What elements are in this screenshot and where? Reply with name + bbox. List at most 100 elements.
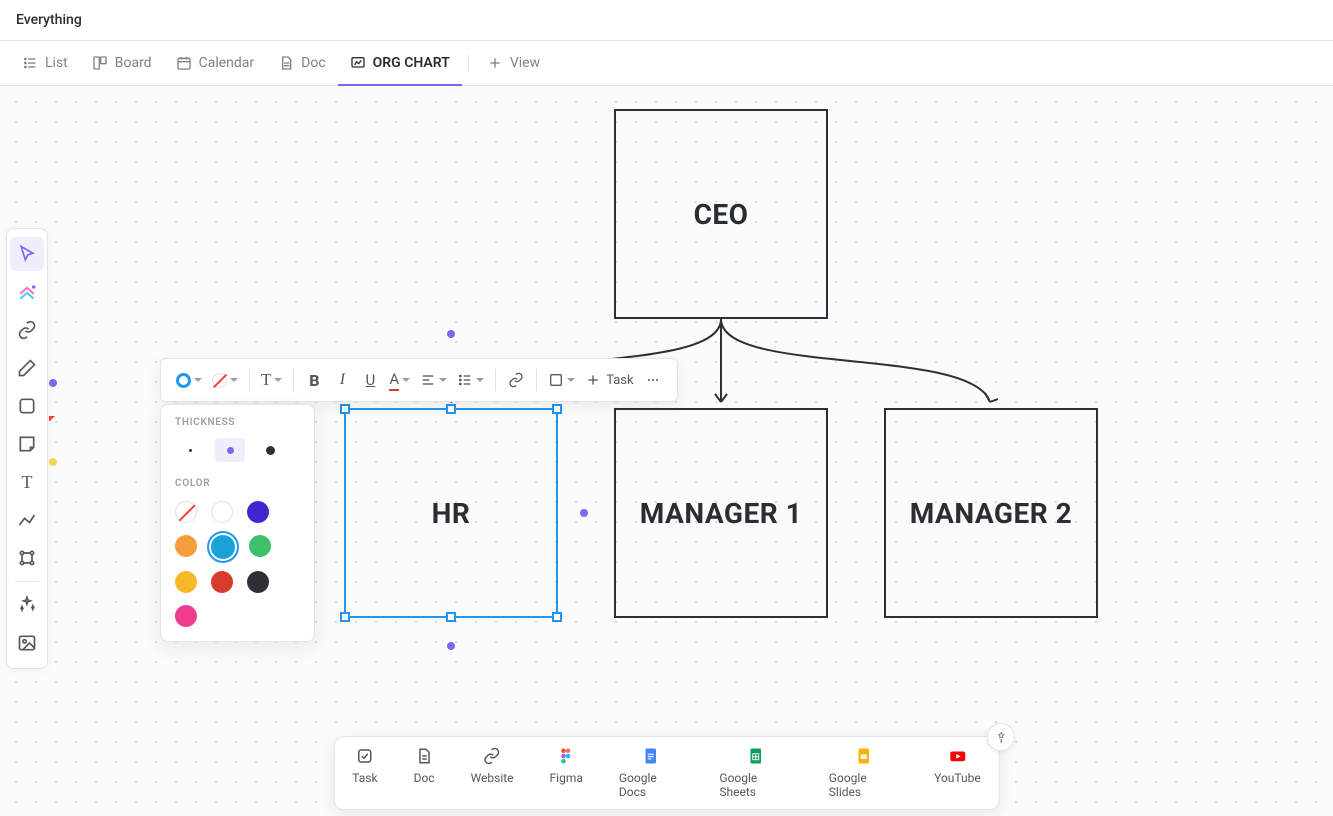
pin-button[interactable]: [987, 723, 1015, 751]
clickup-icon: [17, 282, 37, 302]
tab-label: ORG CHART: [373, 55, 450, 71]
list-style-button[interactable]: [452, 364, 489, 396]
bold-button[interactable]: B: [300, 364, 328, 396]
tab-add-view[interactable]: View: [475, 41, 552, 85]
insert-google-slides[interactable]: Google Slides: [829, 747, 898, 799]
node-manager-1[interactable]: MANAGER 1: [614, 408, 828, 618]
insert-google-sheets[interactable]: Google Sheets: [719, 747, 792, 799]
node-label: HR: [432, 497, 471, 530]
thickness-small[interactable]: [175, 438, 205, 462]
resize-handle-sw[interactable]: [340, 612, 350, 622]
stroke-swatch-icon: [176, 373, 191, 388]
tab-org-chart[interactable]: ORG CHART: [338, 42, 462, 86]
tab-list[interactable]: List: [10, 41, 80, 85]
insert-link-button[interactable]: [502, 364, 530, 396]
anchor-top[interactable]: [447, 330, 455, 338]
tool-sticky[interactable]: [10, 427, 44, 461]
node-manager-2[interactable]: MANAGER 2: [884, 408, 1098, 618]
anchor-right[interactable]: [580, 509, 588, 517]
node-hr[interactable]: HR: [344, 408, 558, 618]
whiteboard-canvas[interactable]: CEO MANAGER 1 MANAGER 2 HR T B I U A: [0, 86, 1333, 816]
tab-label: Doc: [301, 55, 326, 71]
tool-text[interactable]: T: [10, 465, 44, 499]
sticky-icon: [17, 434, 37, 454]
more-icon: [645, 372, 661, 388]
insert-youtube[interactable]: YouTube: [934, 747, 981, 799]
diagram-icon: [17, 548, 37, 568]
tool-image[interactable]: [10, 626, 44, 660]
link-icon: [483, 747, 501, 765]
stroke-color-button[interactable]: [171, 364, 207, 396]
workspace-title[interactable]: Everything: [0, 0, 1333, 41]
fill-color-button[interactable]: [207, 364, 243, 396]
insert-google-docs[interactable]: Google Docs: [619, 747, 684, 799]
shape-type-button[interactable]: [543, 364, 580, 396]
tab-board[interactable]: Board: [80, 41, 164, 85]
cursor-icon: [17, 244, 37, 264]
swatch-violet[interactable]: [247, 501, 269, 523]
resize-handle-se[interactable]: [552, 612, 562, 622]
swatch-green[interactable]: [249, 535, 271, 557]
insert-doc[interactable]: Doc: [414, 747, 435, 799]
swatch-yellow[interactable]: [175, 571, 197, 593]
square-icon: [17, 396, 37, 416]
insert-bar: Task Doc Website Figma Google Docs Googl…: [333, 736, 1000, 810]
tool-connector[interactable]: [10, 503, 44, 537]
more-button[interactable]: [639, 364, 667, 396]
swatch-none[interactable]: [175, 501, 197, 523]
node-label: MANAGER 1: [640, 497, 802, 530]
resize-handle-nw[interactable]: [340, 404, 350, 414]
swatch-black[interactable]: [247, 571, 269, 593]
calendar-icon: [176, 55, 192, 71]
align-button[interactable]: [415, 364, 452, 396]
insert-label: Google Slides: [829, 771, 898, 799]
tab-doc[interactable]: Doc: [266, 41, 338, 85]
insert-website[interactable]: Website: [471, 747, 514, 799]
swatch-orange[interactable]: [175, 535, 197, 557]
thickness-large[interactable]: [255, 438, 285, 462]
text-style-button[interactable]: T: [256, 364, 287, 396]
tab-calendar[interactable]: Calendar: [164, 41, 267, 85]
swatch-white[interactable]: [211, 501, 233, 523]
insert-label: Website: [471, 771, 514, 785]
tool-diagram[interactable]: [10, 541, 44, 575]
align-icon: [420, 372, 436, 388]
insert-figma[interactable]: Figma: [550, 747, 583, 799]
tool-cursor[interactable]: [10, 237, 44, 271]
plus-icon: [487, 55, 503, 71]
thickness-options: [175, 438, 300, 462]
anchor-bottom[interactable]: [447, 642, 455, 650]
tool-pen[interactable]: [10, 351, 44, 385]
add-task-button[interactable]: Task: [580, 364, 638, 396]
tool-shape[interactable]: [10, 389, 44, 423]
italic-button[interactable]: I: [328, 364, 356, 396]
swatch-red[interactable]: [211, 571, 233, 593]
underline-button[interactable]: U: [356, 364, 384, 396]
whiteboard-icon: [350, 55, 366, 71]
resize-handle-ne[interactable]: [552, 404, 562, 414]
tool-clickup-item[interactable]: [10, 275, 44, 309]
tool-link[interactable]: [10, 313, 44, 347]
figma-icon: [557, 747, 575, 765]
swatch-pink[interactable]: [175, 605, 197, 627]
plus-icon: [585, 372, 601, 388]
insert-label: Task: [352, 771, 377, 785]
resize-handle-n[interactable]: [446, 404, 456, 414]
swatch-blue[interactable]: [211, 535, 235, 559]
insert-task[interactable]: Task: [352, 747, 377, 799]
square-icon: [548, 372, 564, 388]
insert-label: Google Docs: [619, 771, 684, 799]
tool-magic[interactable]: [10, 588, 44, 622]
palette-divider: [15, 581, 39, 582]
text-color-button[interactable]: A: [384, 364, 415, 396]
tab-label: View: [510, 55, 540, 71]
selection-toolbar: T B I U A Task: [160, 358, 678, 402]
thickness-medium[interactable]: [215, 438, 245, 462]
color-swatches: [175, 501, 300, 627]
tool-recent-shape: [49, 416, 55, 422]
color-label: COLOR: [175, 478, 300, 489]
resize-handle-s[interactable]: [446, 612, 456, 622]
node-ceo[interactable]: CEO: [614, 109, 828, 319]
tool-recent-sticky: [49, 458, 57, 466]
tab-label: Calendar: [199, 55, 255, 71]
